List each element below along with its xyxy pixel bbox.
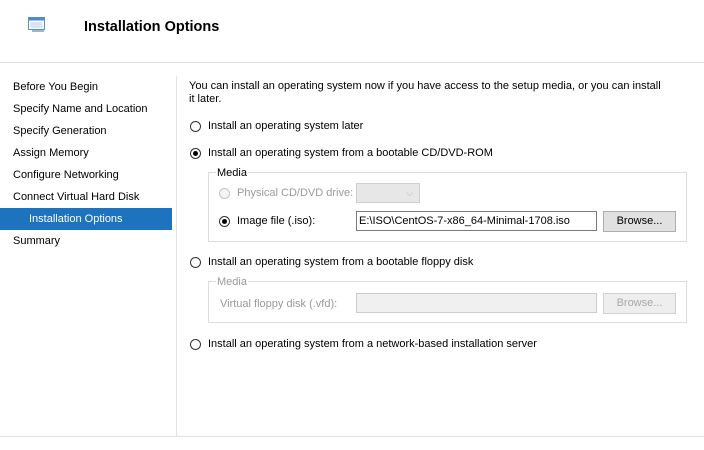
radio-install-floppy[interactable] <box>190 256 201 268</box>
option-install-floppy-label: Install an operating system from a boota… <box>208 256 474 268</box>
option-install-cd[interactable]: Install an operating system from a boota… <box>190 147 493 159</box>
image-file-input[interactable]: E:\ISO\CentOS-7-x86_64-Minimal-1708.iso <box>356 211 597 231</box>
nav-item-specify-generation[interactable]: Specify Generation <box>0 120 172 142</box>
radio-image-file[interactable] <box>219 215 230 227</box>
option-install-network-label: Install an operating system from a netwo… <box>208 338 537 350</box>
option-install-floppy[interactable]: Install an operating system from a boota… <box>190 256 473 268</box>
nav-item-summary[interactable]: Summary <box>0 230 172 252</box>
nav-item-before-you-begin[interactable]: Before You Begin <box>0 76 172 98</box>
installation-options-panel: You can install an operating system now … <box>189 80 694 106</box>
page-title: Installation Options <box>84 19 220 35</box>
nav-item-configure-networking[interactable]: Configure Networking <box>0 164 172 186</box>
nav-divider <box>176 76 177 436</box>
radio-install-cd[interactable] <box>190 147 201 159</box>
nav-item-assign-memory[interactable]: Assign Memory <box>0 142 172 164</box>
chevron-down-icon: ⌵ <box>406 188 413 198</box>
image-file-label: Image file (.iso): <box>237 215 316 227</box>
option-image-file[interactable]: Image file (.iso): <box>219 215 315 227</box>
option-install-later-label: Install an operating system later <box>208 120 364 132</box>
radio-physical-drive[interactable] <box>219 187 230 199</box>
radio-install-later[interactable] <box>190 120 201 132</box>
wizard-header: Installation Options <box>0 0 704 63</box>
option-physical-drive[interactable]: Physical CD/DVD drive: <box>219 187 353 199</box>
floppy-media-legend: Media <box>216 276 248 288</box>
wizard-step-nav: Before You Begin Specify Name and Locati… <box>0 76 172 252</box>
option-install-later[interactable]: Install an operating system later <box>190 120 363 132</box>
vfd-label: Virtual floppy disk (.vfd): <box>220 298 338 310</box>
footer-divider <box>0 436 704 437</box>
option-install-network[interactable]: Install an operating system from a netwo… <box>190 338 537 350</box>
nav-item-connect-virtual-hard-disk[interactable]: Connect Virtual Hard Disk <box>0 186 172 208</box>
cd-media-legend: Media <box>216 167 248 179</box>
browse-iso-button[interactable]: Browse... <box>603 211 676 232</box>
browse-vfd-button[interactable]: Browse... <box>603 293 676 314</box>
vfd-input[interactable] <box>356 293 597 313</box>
nav-item-installation-options[interactable]: Installation Options <box>0 208 172 230</box>
physical-drive-select[interactable]: ⌵ <box>356 183 420 203</box>
intro-text: You can install an operating system now … <box>189 80 661 105</box>
option-install-cd-label: Install an operating system from a boota… <box>208 147 493 159</box>
wizard-window-icon <box>28 17 45 32</box>
physical-drive-label: Physical CD/DVD drive: <box>237 187 354 199</box>
nav-item-specify-name-and-location[interactable]: Specify Name and Location <box>0 98 172 120</box>
radio-install-network[interactable] <box>190 338 201 350</box>
